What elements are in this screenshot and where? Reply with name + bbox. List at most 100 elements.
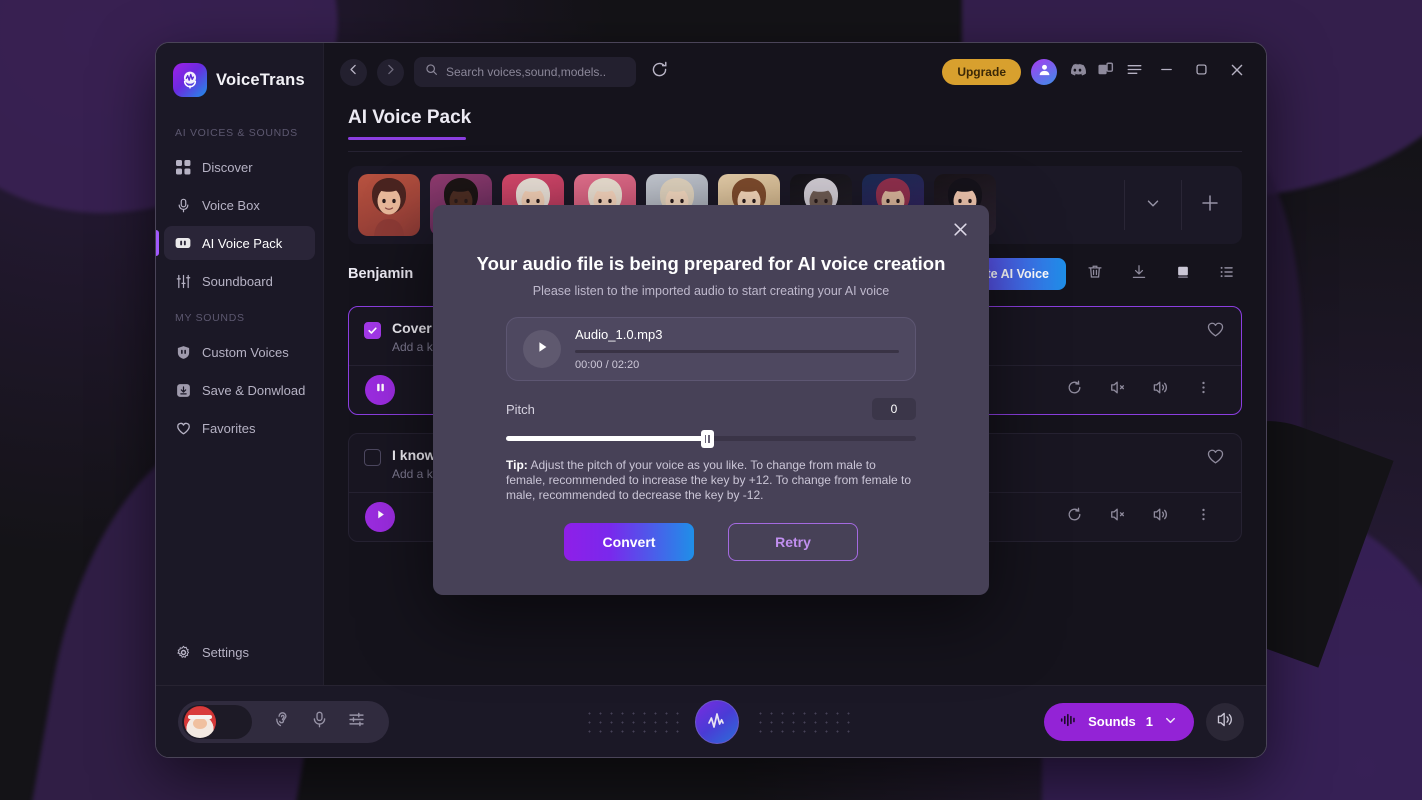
audio-play-button[interactable] bbox=[523, 330, 561, 368]
pause-icon bbox=[374, 381, 387, 399]
pitch-slider[interactable] bbox=[506, 431, 916, 445]
microphone-icon bbox=[310, 710, 329, 734]
close-icon bbox=[950, 219, 971, 245]
maximize-icon bbox=[1193, 61, 1210, 83]
sidebar-item-custom-voices[interactable]: Custom Voices bbox=[164, 335, 315, 369]
sidebar-item-favorites[interactable]: Favorites bbox=[164, 411, 315, 445]
pitch-slider-thumb[interactable] bbox=[701, 430, 714, 448]
page-header: AI Voice Pack bbox=[324, 101, 1266, 152]
sidebar-item-label: Settings bbox=[202, 645, 249, 660]
microphone-button[interactable] bbox=[301, 710, 338, 734]
sidebar-item-label: Save & Donwload bbox=[202, 383, 305, 398]
heart-icon bbox=[175, 420, 191, 436]
speaker-icon bbox=[1216, 710, 1235, 734]
chevron-down-icon bbox=[1144, 194, 1162, 217]
sidebar-item-voice-box[interactable]: Voice Box bbox=[164, 188, 315, 222]
upgrade-button[interactable]: Upgrade bbox=[942, 59, 1021, 85]
stop-button[interactable] bbox=[1168, 263, 1198, 286]
gear-icon bbox=[175, 644, 191, 660]
audio-preparation-modal: Your audio file is being prepared for AI… bbox=[433, 205, 989, 595]
sidebar-item-ai-voice-pack[interactable]: AI Voice Pack bbox=[164, 226, 315, 260]
pitch-slider-fill bbox=[506, 436, 707, 441]
refresh-button[interactable] bbox=[650, 60, 669, 84]
delete-button[interactable] bbox=[1080, 263, 1110, 286]
download-box-icon bbox=[175, 382, 191, 398]
list-view-button[interactable] bbox=[1212, 263, 1242, 286]
pitch-tip: Tip: Adjust the pitch of your voice as y… bbox=[506, 458, 916, 503]
voice-avatar-1[interactable] bbox=[358, 174, 420, 236]
mute-button[interactable] bbox=[1096, 379, 1139, 401]
sidebar-item-save-download[interactable]: Save & Donwload bbox=[164, 373, 315, 407]
account-button[interactable] bbox=[1031, 59, 1057, 85]
bottom-center bbox=[389, 700, 1044, 744]
voice-changer-toggle[interactable] bbox=[182, 705, 252, 739]
volume-icon bbox=[1152, 506, 1169, 528]
play-button[interactable] bbox=[365, 502, 395, 532]
retry-button[interactable]: Retry bbox=[728, 523, 858, 561]
search-box[interactable] bbox=[414, 57, 636, 87]
sliders-icon bbox=[175, 273, 191, 289]
more-options-button[interactable] bbox=[1182, 379, 1225, 401]
loop-button[interactable] bbox=[1053, 506, 1096, 528]
more-options-icon bbox=[1195, 379, 1212, 401]
expand-avatars-button[interactable] bbox=[1125, 194, 1181, 217]
modal-subtitle: Please listen to the imported audio to s… bbox=[433, 275, 989, 298]
plus-icon bbox=[1199, 192, 1221, 219]
sidebar-item-label: Soundboard bbox=[202, 274, 273, 289]
speaker-button[interactable] bbox=[1206, 703, 1244, 741]
volume-button[interactable] bbox=[1139, 379, 1182, 401]
favorite-button[interactable] bbox=[1206, 320, 1225, 344]
pause-button[interactable] bbox=[365, 375, 395, 405]
sidebar-item-label: Custom Voices bbox=[202, 345, 289, 360]
sidebar-item-label: AI Voice Pack bbox=[202, 236, 282, 251]
favorite-button[interactable] bbox=[1206, 447, 1225, 471]
card-checkbox[interactable] bbox=[364, 322, 381, 339]
maximize-button[interactable] bbox=[1189, 61, 1214, 83]
loop-button[interactable] bbox=[1053, 379, 1096, 401]
dot-pattern-right bbox=[755, 709, 850, 735]
download-button[interactable] bbox=[1124, 263, 1154, 286]
sidebar-item-settings[interactable]: Settings bbox=[164, 635, 315, 669]
voice-pack-icon bbox=[175, 235, 191, 251]
list-icon bbox=[1218, 263, 1236, 286]
forward-button[interactable] bbox=[377, 59, 404, 86]
devices-icon bbox=[1096, 60, 1115, 84]
sidebar-spacer bbox=[156, 447, 323, 633]
minimize-button[interactable] bbox=[1154, 61, 1179, 83]
loop-icon bbox=[1066, 379, 1083, 401]
download-icon bbox=[1130, 263, 1148, 286]
discord-button[interactable] bbox=[1067, 60, 1086, 84]
chevron-right-icon bbox=[384, 63, 397, 81]
modal-actions: Convert Retry bbox=[433, 523, 989, 561]
discord-icon bbox=[1067, 60, 1086, 84]
mute-button[interactable] bbox=[1096, 506, 1139, 528]
modal-close-button[interactable] bbox=[947, 219, 973, 245]
add-voice-button[interactable] bbox=[1182, 192, 1238, 219]
grid-icon bbox=[175, 159, 191, 175]
sounds-selector-button[interactable]: Sounds 1 bbox=[1044, 703, 1194, 741]
sidebar-item-soundboard[interactable]: Soundboard bbox=[164, 264, 315, 298]
sidebar-item-label: Voice Box bbox=[202, 198, 260, 213]
hamburger-menu-icon bbox=[1125, 60, 1144, 84]
more-options-button[interactable] bbox=[1182, 506, 1225, 528]
card-checkbox[interactable] bbox=[364, 449, 381, 466]
search-input[interactable] bbox=[446, 65, 625, 79]
menu-button[interactable] bbox=[1125, 60, 1144, 84]
convert-button[interactable]: Convert bbox=[564, 523, 694, 561]
tip-label: Tip: bbox=[506, 458, 528, 472]
volume-button[interactable] bbox=[1139, 506, 1182, 528]
back-button[interactable] bbox=[340, 59, 367, 86]
audio-progress-bar[interactable] bbox=[575, 350, 899, 353]
tip-text: Adjust the pitch of your voice as you li… bbox=[506, 458, 911, 502]
waveform-icon bbox=[1060, 712, 1078, 731]
pitch-value[interactable]: 0 bbox=[872, 398, 916, 420]
stop-icon bbox=[1174, 263, 1192, 286]
devices-button[interactable] bbox=[1096, 60, 1115, 84]
mixer-button[interactable] bbox=[338, 710, 375, 734]
close-button[interactable] bbox=[1224, 61, 1250, 84]
hear-myself-button[interactable] bbox=[264, 710, 301, 734]
sidebar-item-discover[interactable]: Discover bbox=[164, 150, 315, 184]
voice-wave-logo-icon bbox=[173, 63, 207, 97]
voice-wave-logo-icon[interactable] bbox=[695, 700, 739, 744]
microphone-icon bbox=[175, 197, 191, 213]
